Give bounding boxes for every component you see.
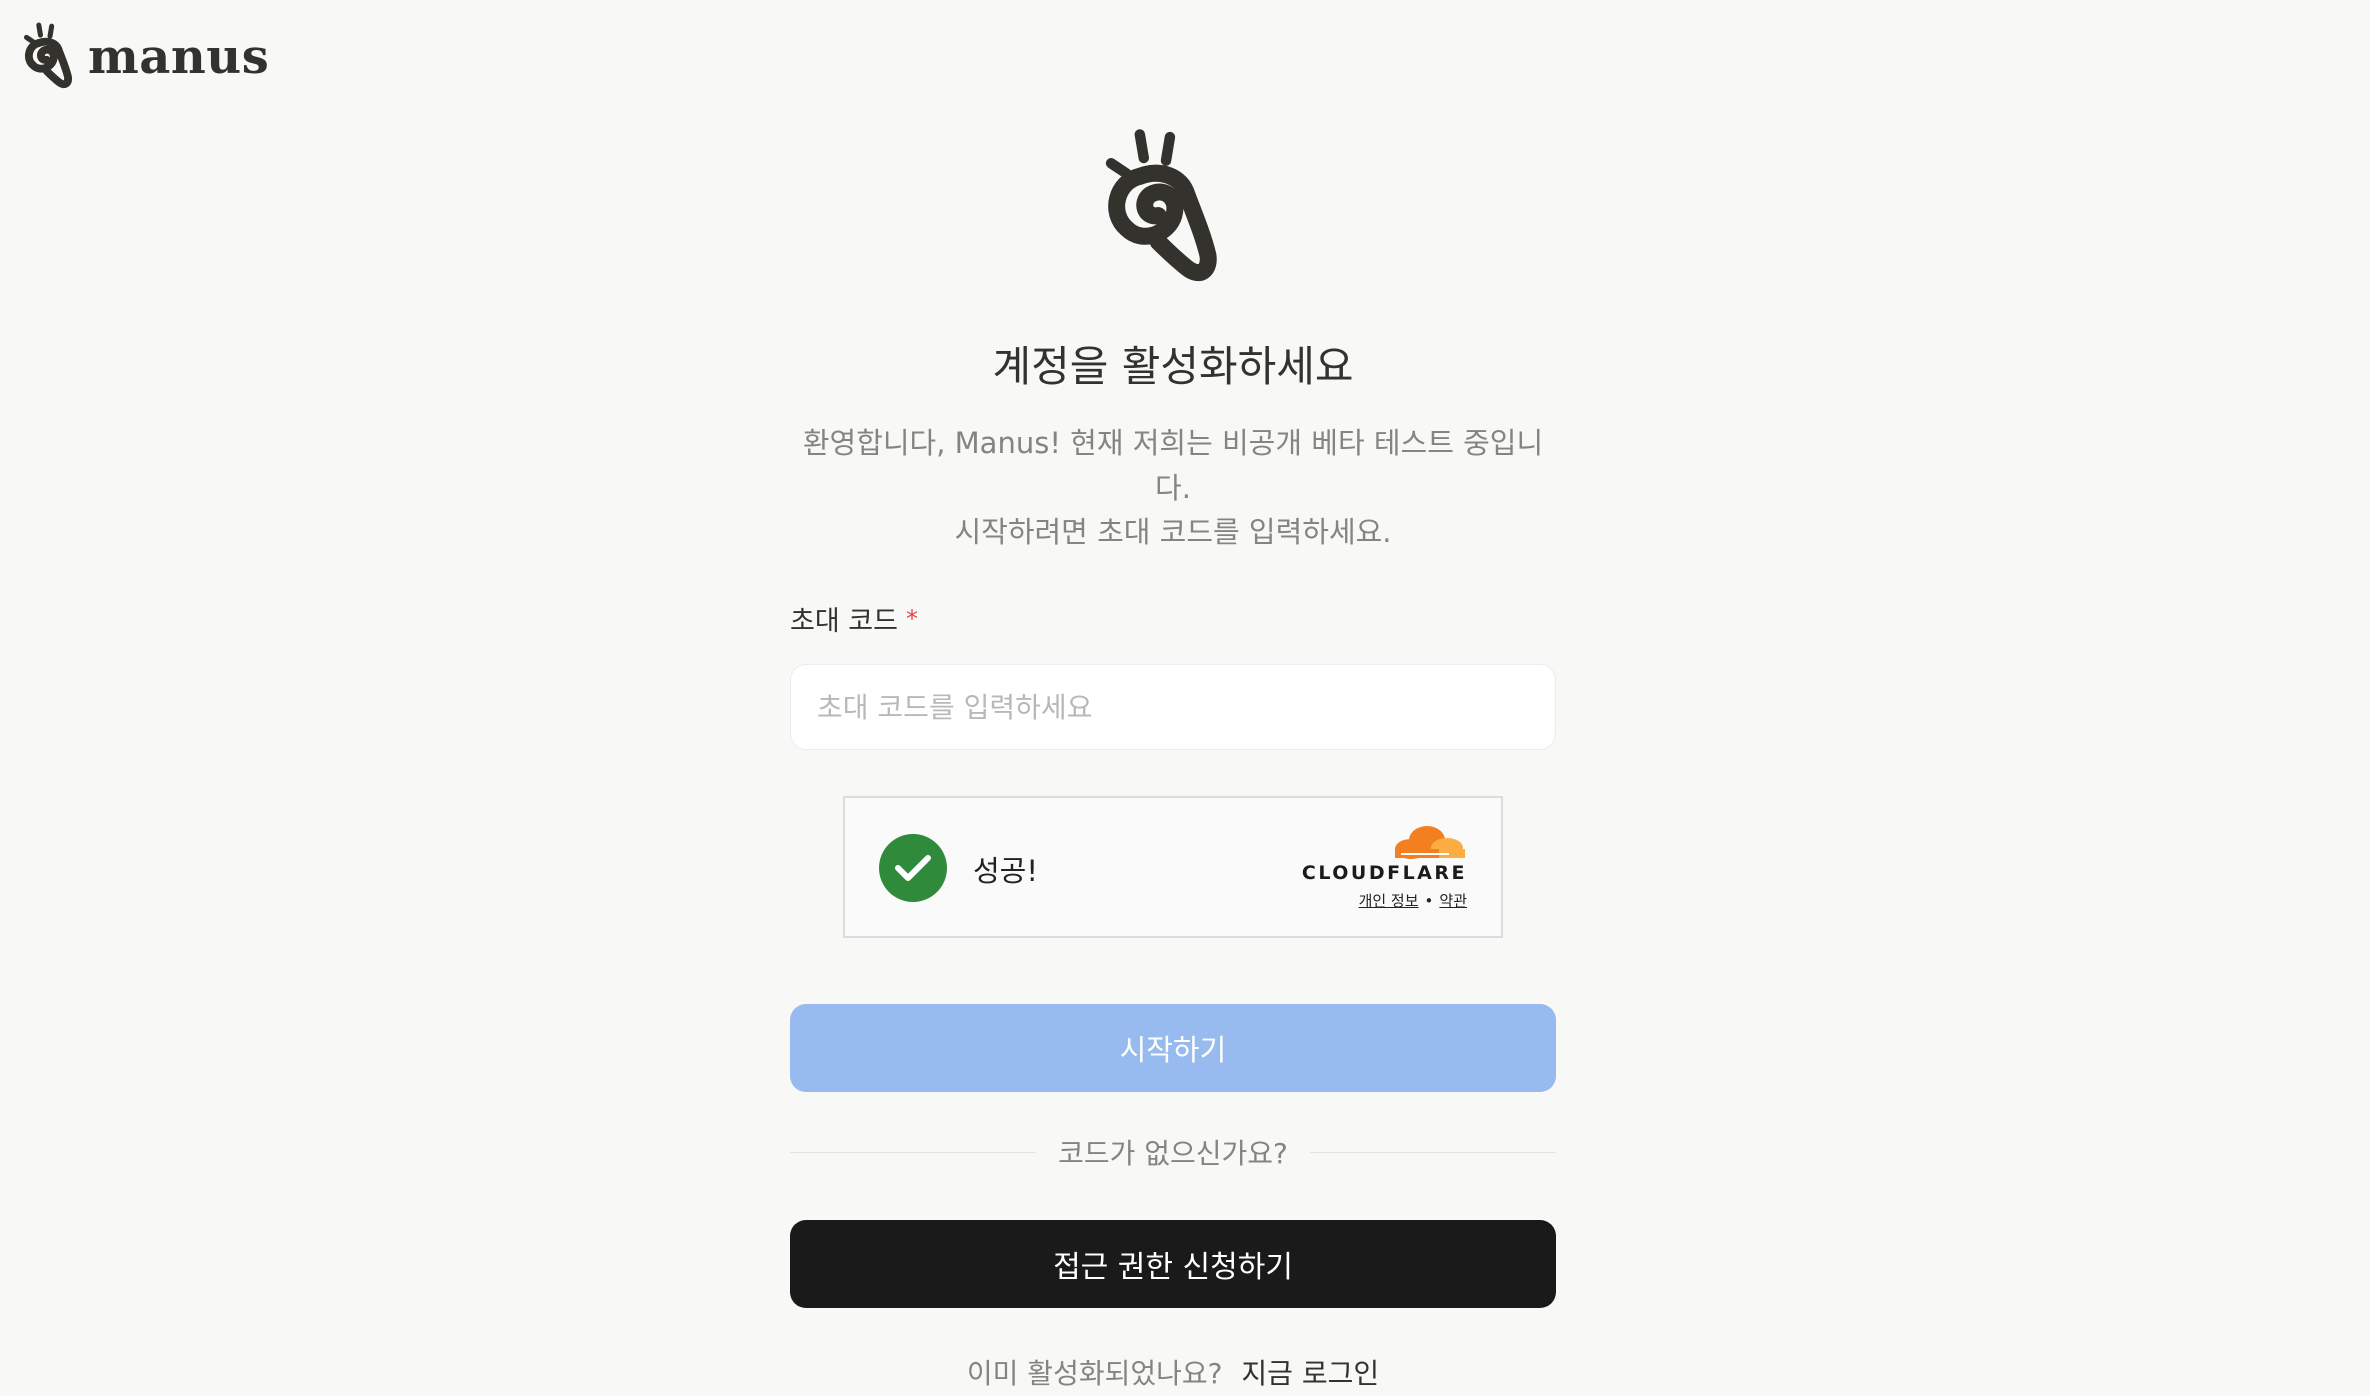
invite-code-input[interactable] — [790, 664, 1556, 751]
checkmark-icon — [895, 855, 931, 882]
privacy-link[interactable]: 개인 정보 — [1359, 892, 1419, 910]
invite-code-label-text: 초대 코드 — [790, 606, 898, 638]
no-code-divider: 코드가 없으신가요? — [790, 1132, 1556, 1172]
invite-code-label: 초대 코드 * — [790, 599, 1556, 638]
header-logo[interactable]: manus — [22, 20, 269, 94]
request-access-button[interactable]: 접근 권한 신청하기 — [790, 1220, 1556, 1309]
terms-link[interactable]: 약관 — [1439, 892, 1467, 910]
no-code-text: 코드가 없으신가요? — [1058, 1137, 1288, 1171]
login-prompt: 이미 활성화되었나요? 지금 로그인 — [790, 1352, 1556, 1392]
cloudflare-turnstile-widget[interactable]: 성공! CLOUDFLARE 개인 정보 • 약관 — [843, 796, 1503, 939]
captcha-status-text: 성공! — [973, 854, 1038, 889]
description-line-1: 환영합니다, Manus! 현재 저희는 비공개 베타 테스트 중입니다. — [802, 425, 1544, 505]
cloudflare-wordmark: CLOUDFLARE — [1301, 862, 1467, 885]
link-separator: • — [1424, 892, 1434, 911]
page-description: 환영합니다, Manus! 현재 저희는 비공개 베타 테스트 중입니다. 시작… — [790, 421, 1556, 556]
divider-line — [1309, 1151, 1556, 1153]
manus-hand-icon — [1105, 129, 1217, 281]
login-now-link[interactable]: 지금 로그인 — [1241, 1357, 1379, 1390]
cloudflare-links: 개인 정보 • 약관 — [1287, 890, 1467, 911]
manus-hand-icon — [23, 22, 72, 89]
page-title: 계정을 활성화하세요 — [992, 342, 1354, 391]
check-circle-icon — [879, 834, 947, 903]
required-mark: * — [905, 604, 918, 633]
divider-line — [790, 1151, 1037, 1153]
hero-logo — [1094, 124, 1238, 298]
cloudflare-branding: CLOUDFLARE 개인 정보 • 약관 — [1287, 824, 1467, 911]
start-button[interactable]: 시작하기 — [790, 1004, 1556, 1093]
already-activated-text: 이미 활성화되었나요? — [966, 1357, 1223, 1391]
cloudflare-cloud-icon — [1395, 826, 1465, 860]
activation-card: 계정을 활성화하세요 환영합니다, Manus! 현재 저희는 비공개 베타 테… — [790, 340, 1556, 1392]
description-line-2: 시작하려면 초대 코드를 입력하세요. — [954, 515, 1392, 550]
brand-wordmark: manus — [88, 29, 270, 85]
